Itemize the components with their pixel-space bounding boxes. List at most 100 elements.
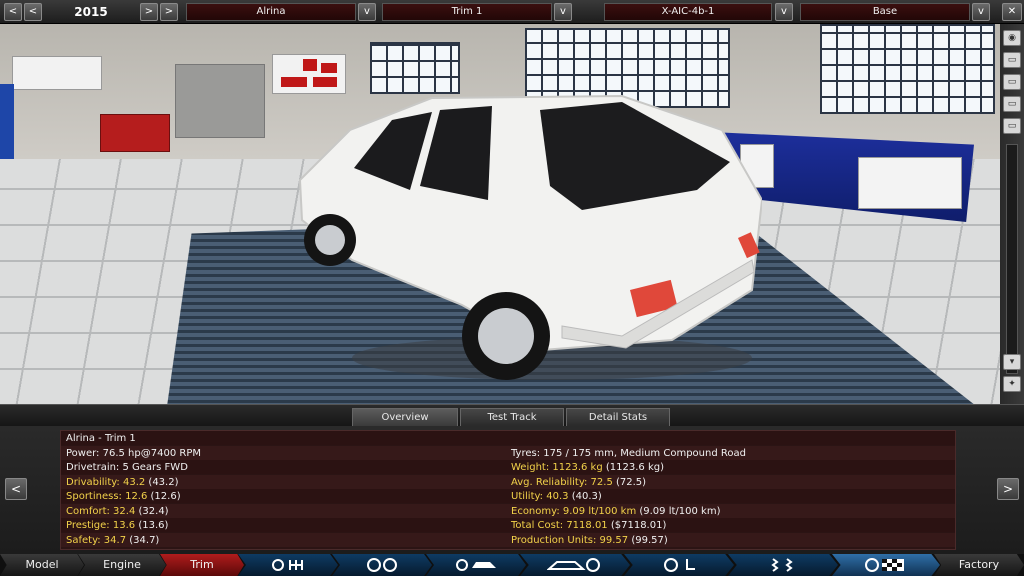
stat-line: Utility: 40.3 (40.3) xyxy=(511,490,602,504)
view-rear-icon[interactable]: ▭ xyxy=(1003,118,1021,134)
tab-overview[interactable]: Overview xyxy=(352,408,458,426)
stat-label-value: Comfort: 32.4 xyxy=(66,505,139,517)
nav-model[interactable]: Model xyxy=(0,554,84,576)
nav-body-icon[interactable] xyxy=(426,554,526,576)
view-top-icon[interactable]: ▭ xyxy=(1003,96,1021,112)
view-front-icon[interactable]: ▭ xyxy=(1003,52,1021,68)
top-bar: < < 2015 > > Alrina v Trim 1 v X-AIC-4b-… xyxy=(0,0,1024,24)
bottom-nav: Model Engine Trim Factory xyxy=(0,554,1024,576)
stat-label-value: Drivability: 43.2 xyxy=(66,476,149,488)
stat-label-value: Total Cost: 7118.01 xyxy=(511,520,611,531)
stat-base-value: (99.57) xyxy=(631,534,668,546)
model-dropdown-button[interactable]: v xyxy=(358,3,376,21)
nav-trim[interactable]: Trim xyxy=(160,554,244,576)
stat-line: Avg. Reliability: 72.5 (72.5) xyxy=(511,476,646,490)
nav-wheels-icon[interactable] xyxy=(332,554,432,576)
stat-line: Comfort: 32.4 (32.4) xyxy=(66,505,169,519)
stats-table: Alrina - Trim 1 Power: 76.5 hp@7400 RPM D… xyxy=(60,430,956,550)
garage-viewport[interactable] xyxy=(0,24,1000,404)
lift-post xyxy=(0,84,14,164)
bench-cabinet xyxy=(858,157,962,209)
stat-base-value: (1123.6 kg) xyxy=(605,462,664,473)
nav-test-flag-icon[interactable] xyxy=(832,554,940,576)
stats-title: Alrina - Trim 1 xyxy=(66,433,136,444)
nav-factory[interactable]: Factory xyxy=(934,554,1024,576)
camera-controls: ◉ ▭ ▭ ▭ ▭ ▾ ✦ xyxy=(1000,24,1024,404)
nav-gearbox-icon[interactable] xyxy=(238,554,338,576)
stat-base-value: (43.2) xyxy=(148,476,179,488)
stat-label-value: Utility: 40.3 xyxy=(511,491,572,502)
stat-label-value: Power: 76.5 hp@7400 RPM xyxy=(66,447,201,459)
trim-select[interactable]: Trim 1 xyxy=(382,3,552,21)
camera-icon[interactable]: ◉ xyxy=(1003,30,1021,46)
stat-label-value: Safety: 34.7 xyxy=(66,534,130,546)
tab-test-track[interactable]: Test Track xyxy=(460,408,564,426)
engine-select[interactable]: X-AIC-4b-1 xyxy=(604,3,772,21)
stat-row xyxy=(61,431,955,446)
stat-label-value: Drivetrain: 5 Gears FWD xyxy=(66,462,188,473)
year-forward-button[interactable]: > xyxy=(140,3,158,21)
car-poster-graphic xyxy=(281,59,337,87)
blueprint-poster xyxy=(12,56,102,90)
stats-panel: < > Alrina - Trim 1 Power: 76.5 hp@7400 … xyxy=(0,426,1024,554)
year-label: 2015 xyxy=(74,5,108,19)
zoom-down-icon[interactable]: ▾ xyxy=(1003,354,1021,370)
stat-base-value: (72.5) xyxy=(616,476,647,488)
stat-line: Sportiness: 12.6 (12.6) xyxy=(66,490,181,504)
stat-line: Drivetrain: 5 Gears FWD xyxy=(66,461,188,475)
stat-line: Prestige: 13.6 (13.6) xyxy=(66,519,168,533)
panel-next-button[interactable]: > xyxy=(997,478,1019,500)
stat-base-value: (34.7) xyxy=(129,534,160,546)
engine-dropdown-button[interactable]: v xyxy=(775,3,793,21)
info-tabs: Overview Test Track Detail Stats xyxy=(0,404,1024,426)
stat-line: Tyres: 175 / 175 mm, Medium Compound Roa… xyxy=(511,447,746,461)
nav-steering-seat-icon[interactable] xyxy=(624,554,734,576)
stat-row xyxy=(61,503,955,518)
stat-base-value: (13.6) xyxy=(138,520,169,531)
nav-car-fan-icon[interactable] xyxy=(520,554,630,576)
stat-row xyxy=(61,518,955,533)
trim-dropdown-button[interactable]: v xyxy=(554,3,572,21)
stat-base-value: ($7118.01) xyxy=(610,520,667,531)
zoom-scrollbar[interactable] xyxy=(1006,144,1018,374)
year-next-arrow-button[interactable]: < xyxy=(24,3,42,21)
stat-label-value: Avg. Reliability: 72.5 xyxy=(511,476,616,488)
stat-row xyxy=(61,532,955,547)
tab-detail-stats[interactable]: Detail Stats xyxy=(566,408,670,426)
nav-suspension-icon[interactable] xyxy=(728,554,838,576)
stat-line: Safety: 34.7 (34.7) xyxy=(66,534,159,548)
car-model[interactable] xyxy=(292,90,762,380)
panel-prev-button[interactable]: < xyxy=(5,478,27,500)
view-side-icon[interactable]: ▭ xyxy=(1003,74,1021,90)
tool-cabinet xyxy=(100,114,170,152)
stat-row xyxy=(61,460,955,475)
close-icon[interactable]: ✕ xyxy=(1002,3,1022,21)
stat-line: Production Units: 99.57 (99.57) xyxy=(511,534,668,548)
stat-line: Total Cost: 7118.01 ($7118.01) xyxy=(511,519,666,533)
stat-line: Weight: 1123.6 kg (1123.6 kg) xyxy=(511,461,664,475)
stat-label-value: Economy: 9.09 lt/100 km xyxy=(511,505,640,517)
stat-label-value: Prestige: 13.6 xyxy=(66,520,139,531)
stat-label-value: Weight: 1123.6 kg xyxy=(511,462,606,473)
year-forward-fast-button[interactable]: > xyxy=(160,3,178,21)
model-select[interactable]: Alrina xyxy=(186,3,356,21)
garage-window xyxy=(820,24,995,114)
stat-label-value: Sportiness: 12.6 xyxy=(66,491,151,502)
variant-dropdown-button[interactable]: v xyxy=(972,3,990,21)
nav-engine[interactable]: Engine xyxy=(78,554,166,576)
reset-view-icon[interactable]: ✦ xyxy=(1003,376,1021,392)
car-poster xyxy=(272,54,346,94)
stat-label-value: Production Units: 99.57 xyxy=(511,534,632,546)
garage-door xyxy=(175,64,265,138)
stat-line: Economy: 9.09 lt/100 km (9.09 lt/100 km) xyxy=(511,505,720,519)
stat-base-value: (9.09 lt/100 km) xyxy=(639,505,721,517)
year-prev-button[interactable]: < xyxy=(4,3,22,21)
stat-label-value: Tyres: 175 / 175 mm, Medium Compound Roa… xyxy=(511,447,746,459)
stat-line: Drivability: 43.2 (43.2) xyxy=(66,476,179,490)
stat-row xyxy=(61,489,955,504)
variant-select[interactable]: Base xyxy=(800,3,970,21)
garage-window xyxy=(370,42,460,94)
stat-base-value: (12.6) xyxy=(150,491,181,502)
stat-base-value: (40.3) xyxy=(571,491,602,502)
stat-base-value: (32.4) xyxy=(138,505,169,517)
